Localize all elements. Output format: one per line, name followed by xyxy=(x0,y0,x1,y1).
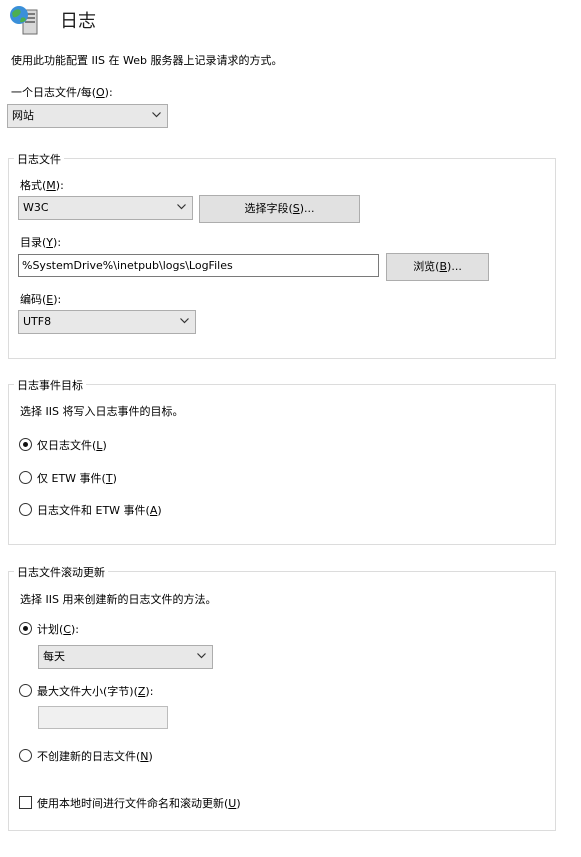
event-destination-legend: 日志事件目标 xyxy=(14,377,86,393)
format-label: 格式(M): xyxy=(20,179,64,192)
encoding-select[interactable]: UTF8 xyxy=(18,310,196,334)
format-select-value: W3C xyxy=(23,201,49,214)
select-fields-button[interactable]: 选择字段(S)... xyxy=(199,195,360,223)
directory-label: 目录(Y): xyxy=(20,236,62,249)
radio-schedule-label[interactable]: 计划(C): xyxy=(37,621,79,637)
radio-etw-only[interactable] xyxy=(19,471,32,484)
radio-log-file-and-etw[interactable] xyxy=(19,503,32,516)
chevron-down-icon xyxy=(180,318,189,324)
page-title: 日志 xyxy=(60,11,96,32)
radio-schedule[interactable] xyxy=(19,622,32,635)
local-time-checkbox-label[interactable]: 使用本地时间进行文件命名和滚动更新(U) xyxy=(37,795,241,811)
local-time-checkbox[interactable] xyxy=(19,796,32,809)
rollover-legend: 日志文件滚动更新 xyxy=(14,564,108,580)
radio-no-new-file[interactable] xyxy=(19,749,32,762)
format-select[interactable]: W3C xyxy=(18,196,193,220)
event-destination-description: 选择 IIS 将写入日志事件的目标。 xyxy=(20,405,184,418)
chevron-down-icon xyxy=(197,653,206,659)
page-description: 使用此功能配置 IIS 在 Web 服务器上记录请求的方式。 xyxy=(11,54,283,67)
encoding-label: 编码(E): xyxy=(20,293,62,306)
chevron-down-icon xyxy=(177,204,186,210)
max-file-size-input[interactable] xyxy=(38,706,168,729)
encoding-select-value: UTF8 xyxy=(23,315,52,328)
radio-etw-only-label[interactable]: 仅 ETW 事件(T) xyxy=(37,470,117,486)
radio-no-new-file-label[interactable]: 不创建新的日志文件(N) xyxy=(37,748,153,764)
per-label: 一个日志文件/每(O): xyxy=(11,86,113,99)
rollover-group xyxy=(8,571,556,831)
schedule-select[interactable]: 每天 xyxy=(38,645,213,669)
globe-server-icon xyxy=(7,4,43,38)
radio-log-file-only-label[interactable]: 仅日志文件(L) xyxy=(37,437,107,453)
radio-max-file-size-label[interactable]: 最大文件大小(字节)(Z): xyxy=(37,683,153,699)
chevron-down-icon xyxy=(152,112,161,118)
schedule-select-value: 每天 xyxy=(43,650,65,663)
rollover-description: 选择 IIS 用来创建新的日志文件的方法。 xyxy=(20,593,217,606)
radio-log-file-and-etw-label[interactable]: 日志文件和 ETW 事件(A) xyxy=(37,502,162,518)
radio-max-file-size[interactable] xyxy=(19,684,32,697)
browse-button[interactable]: 浏览(B)... xyxy=(386,253,489,281)
log-file-legend: 日志文件 xyxy=(14,151,64,167)
per-select[interactable]: 网站 xyxy=(7,104,168,128)
directory-input[interactable]: %SystemDrive%\inetpub\logs\LogFiles xyxy=(18,254,379,277)
per-select-value: 网站 xyxy=(12,109,34,122)
radio-log-file-only[interactable] xyxy=(19,438,32,451)
